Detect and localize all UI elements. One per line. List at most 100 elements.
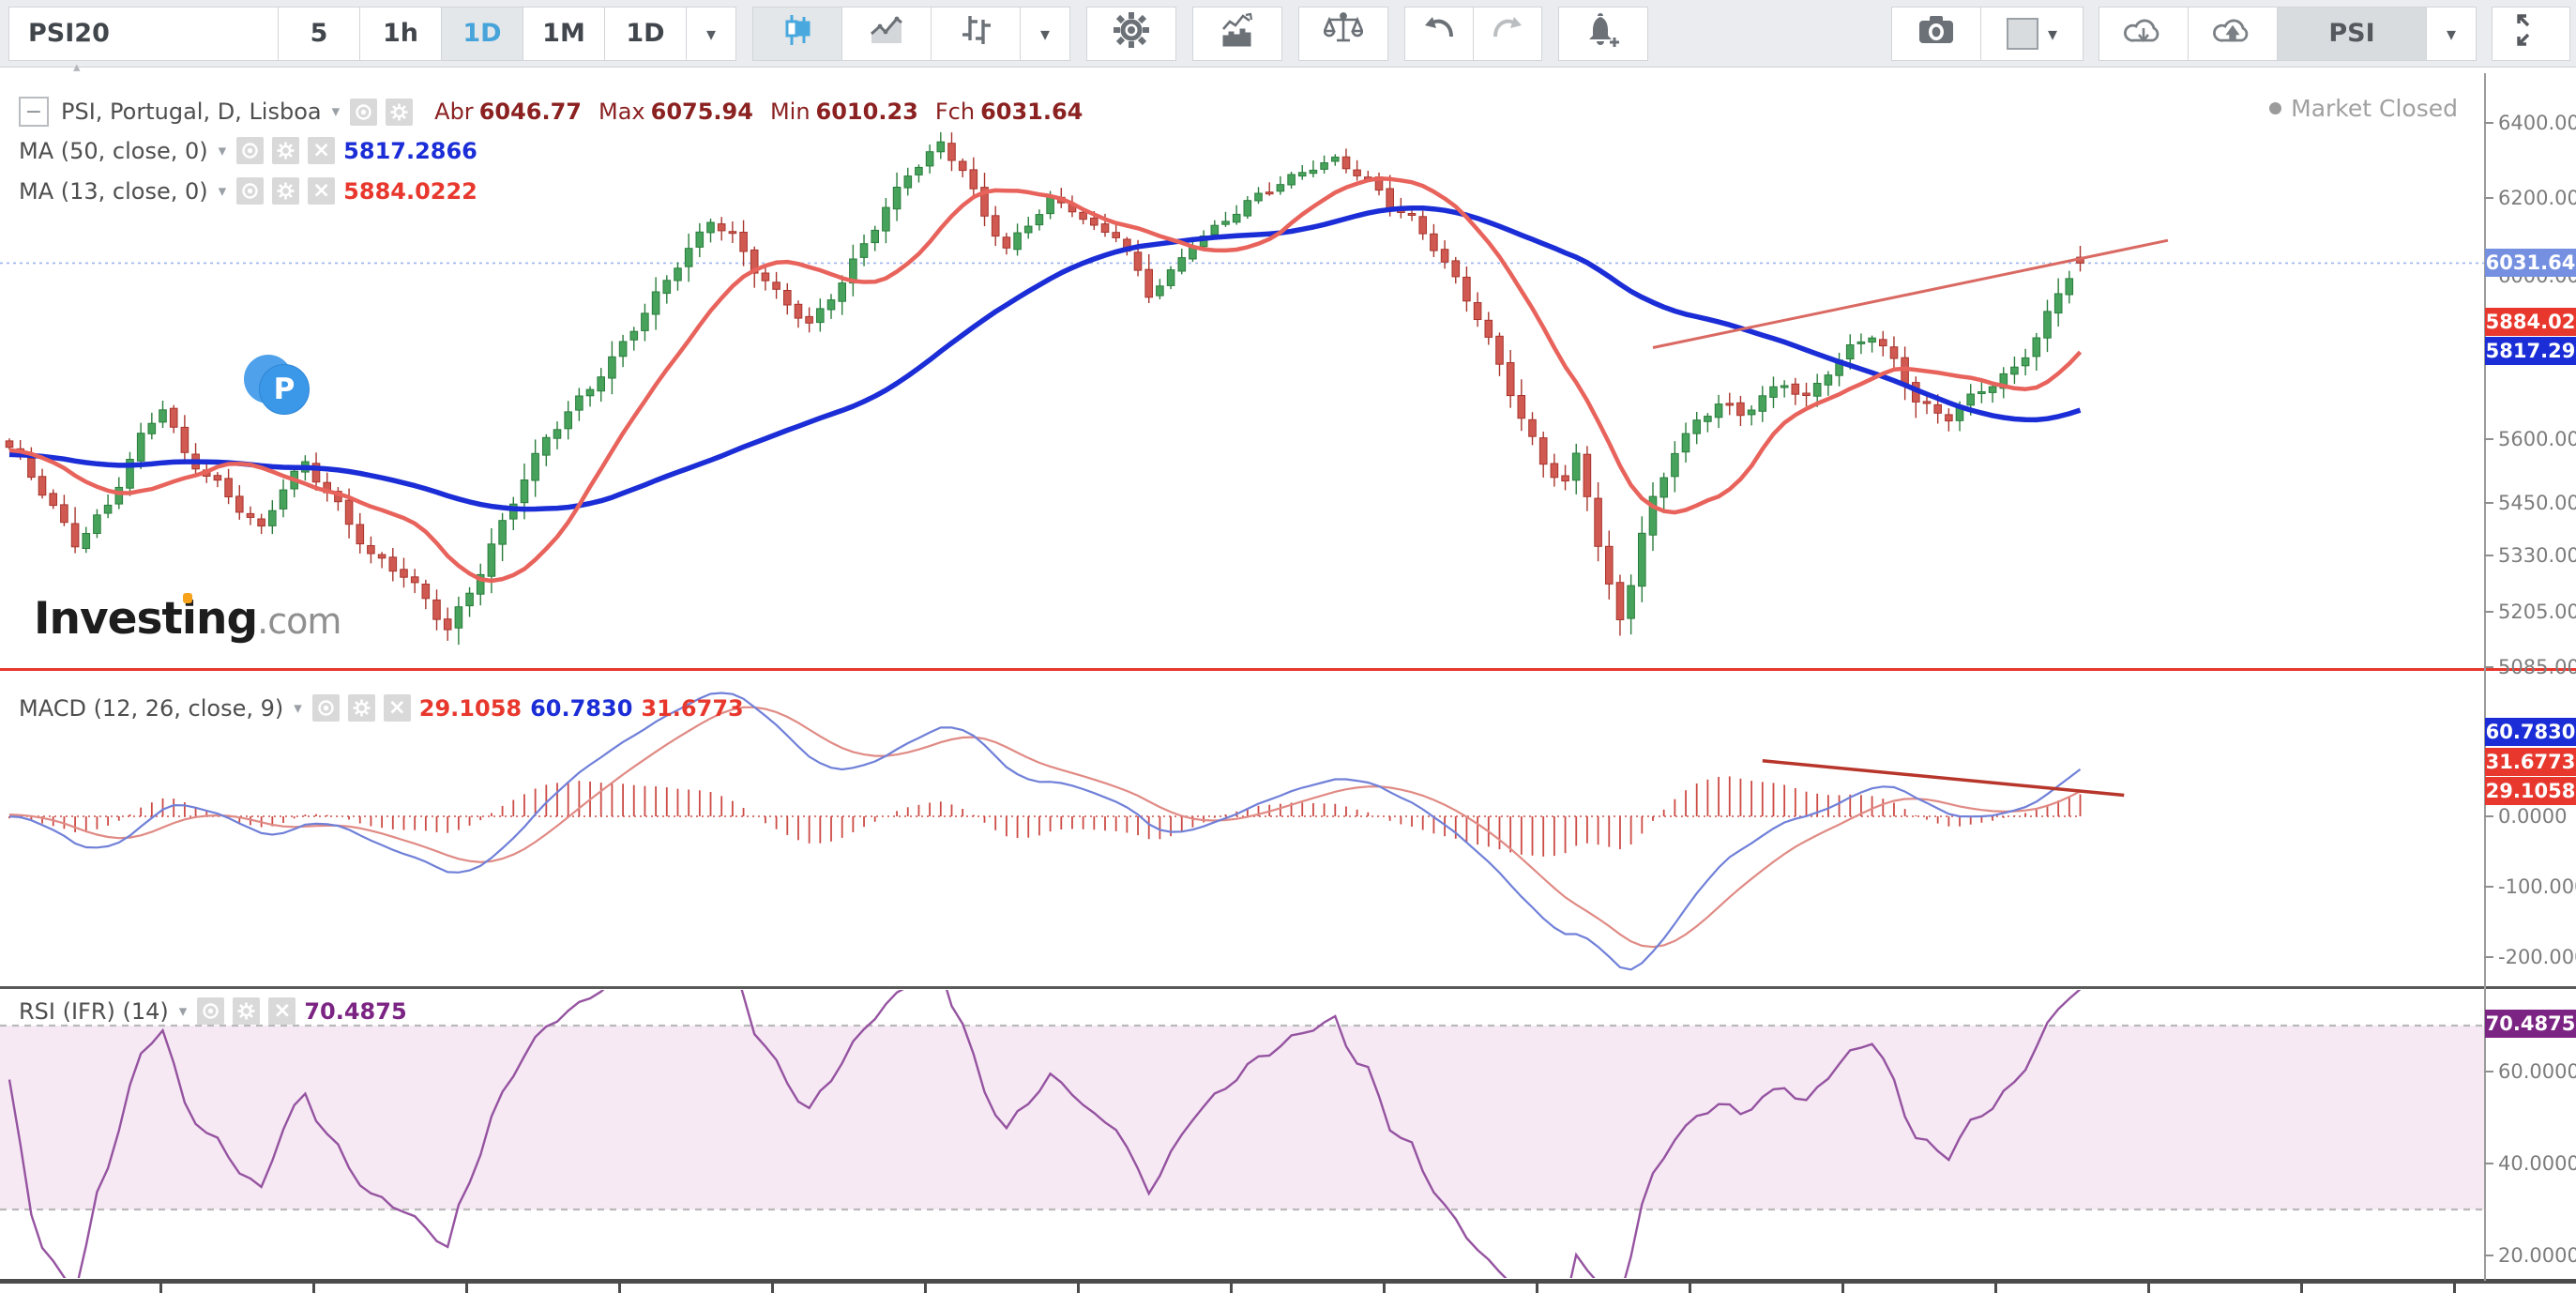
collapse-panel-button[interactable]: − (19, 97, 49, 127)
rsi-panel-canvas[interactable] (0, 989, 2576, 1279)
rsi-settings-button[interactable] (233, 997, 260, 1025)
candle-body (1431, 234, 1438, 251)
macd-remove-button[interactable]: × (384, 694, 411, 722)
candle-body (1496, 336, 1504, 364)
chart-type-dropdown-caret[interactable]: ▾ (1020, 7, 1070, 61)
saved-chart-caret[interactable]: ▾ (2426, 7, 2477, 61)
macd-line (9, 693, 2081, 970)
price-trendline[interactable] (1653, 240, 2168, 347)
area-chart-button[interactable] (841, 7, 932, 61)
indicators-button[interactable] (1192, 7, 1282, 61)
load-chart-button[interactable] (2099, 7, 2189, 61)
macd-rsi-separator[interactable] (0, 986, 2576, 989)
camera-icon (1917, 14, 1955, 53)
timeframe-1m[interactable]: 1M (523, 7, 605, 61)
candle-body (1419, 217, 1427, 234)
macd-visibility-button[interactable] (312, 694, 340, 722)
macd-tick-mark (2484, 956, 2493, 958)
save-chart-button[interactable] (2188, 7, 2278, 61)
rsi-dropdown-caret[interactable]: ▾ (179, 1002, 188, 1021)
timeframe-5[interactable]: 5 (278, 7, 360, 61)
candle-body (1003, 237, 1010, 248)
background-color-button[interactable]: ▾ (1980, 7, 2084, 61)
candle-body (586, 389, 594, 396)
ma13-line[interactable] (9, 178, 2081, 581)
saved-chart-selector[interactable]: PSI (2277, 7, 2427, 61)
time-axis-line[interactable] (0, 1279, 2576, 1284)
saved-chart-name: PSI (2328, 19, 2374, 48)
time-axis-tick (2147, 1284, 2150, 1293)
candle-body (1726, 403, 1734, 405)
candle-body (718, 224, 725, 231)
instrument-dropdown-caret[interactable]: ▾ (332, 102, 341, 121)
rsi-remove-button[interactable]: × (268, 997, 295, 1025)
timeframe-dropdown-caret[interactable]: ▾ (686, 7, 736, 61)
macd-plot[interactable] (9, 693, 2124, 970)
toolbar-collapse-arrow[interactable]: ▴ (73, 58, 81, 75)
candle-body (926, 152, 933, 166)
logo-text-a: Invest (34, 593, 182, 645)
top-toolbar: PSI20 5 1h 1D 1M 1D ▾ ▾ (0, 0, 2576, 68)
rsi-visibility-button[interactable] (197, 997, 224, 1025)
settings-button[interactable] (1086, 7, 1176, 61)
ma13-dropdown-caret[interactable]: ▾ (219, 182, 227, 201)
price-tick-mark (2484, 438, 2493, 440)
time-axis-tick (159, 1284, 162, 1293)
price-macd-separator[interactable] (0, 668, 2576, 671)
candle-body (50, 494, 57, 506)
undo-button[interactable] (1404, 7, 1474, 61)
compare-button[interactable] (1298, 7, 1388, 61)
candle-body (2022, 357, 2029, 365)
fullscreen-button[interactable] (2492, 7, 2570, 61)
timeframe-1d-active[interactable]: 1D (441, 7, 523, 61)
price-tick-label: 6400.00 (2498, 112, 2576, 134)
candle-body (553, 430, 561, 438)
rsi-tick-label: 60.0000 (2498, 1060, 2576, 1083)
rsi-band (0, 1026, 2484, 1209)
ma50-settings-button[interactable] (272, 137, 299, 164)
redo-button[interactable] (1473, 7, 1542, 61)
price-tick-mark (2484, 666, 2493, 668)
color-dropdown-caret: ▾ (2048, 23, 2057, 45)
candle-body (871, 230, 879, 242)
candle-body (937, 142, 945, 152)
position-marker-label: P (259, 364, 310, 415)
ma13-remove-button[interactable]: × (308, 177, 335, 205)
close-label: Fch (935, 99, 975, 125)
screenshot-button[interactable] (1891, 7, 1981, 61)
candle-body (2011, 367, 2019, 374)
ma50-visibility-button[interactable] (236, 137, 264, 164)
candle-body (1167, 270, 1174, 286)
time-axis-tick (465, 1284, 468, 1293)
candle-body (1923, 402, 1931, 403)
alert-button[interactable] (1558, 7, 1648, 61)
timeframe-1h[interactable]: 1h (359, 7, 442, 61)
candle-body (1332, 157, 1340, 161)
time-axis-tick (312, 1284, 315, 1293)
ma13-visibility-button[interactable] (236, 177, 264, 205)
candle-body (444, 619, 451, 630)
ma13-settings-button[interactable] (272, 177, 299, 205)
candle-body (104, 505, 112, 513)
macd-dropdown-caret[interactable]: ▾ (294, 699, 302, 718)
visibility-toggle-button[interactable] (350, 99, 377, 126)
logo-i: i (182, 593, 196, 645)
candle-body (1792, 384, 1799, 394)
candle-body (411, 577, 418, 583)
price-plot[interactable] (0, 132, 2484, 645)
price-tick-mark (2484, 611, 2493, 613)
ohlc-bars-button[interactable] (931, 7, 1021, 61)
candlestick-chart-button[interactable] (752, 7, 842, 61)
timeframe-1d2[interactable]: 1D (604, 7, 687, 61)
ma50-dropdown-caret[interactable]: ▾ (219, 142, 227, 160)
settings-group (1087, 7, 1176, 61)
macd-settings-button[interactable] (348, 694, 375, 722)
ma50-remove-button[interactable]: × (308, 137, 335, 164)
candle-body (280, 490, 287, 509)
symbol-text: PSI20 (28, 19, 110, 48)
rsi-plot[interactable] (0, 989, 2484, 1279)
instrument-settings-button[interactable] (386, 99, 413, 126)
candle-body (1572, 453, 1580, 480)
symbol-input[interactable]: PSI20 (8, 7, 279, 61)
candle-body (619, 342, 627, 357)
